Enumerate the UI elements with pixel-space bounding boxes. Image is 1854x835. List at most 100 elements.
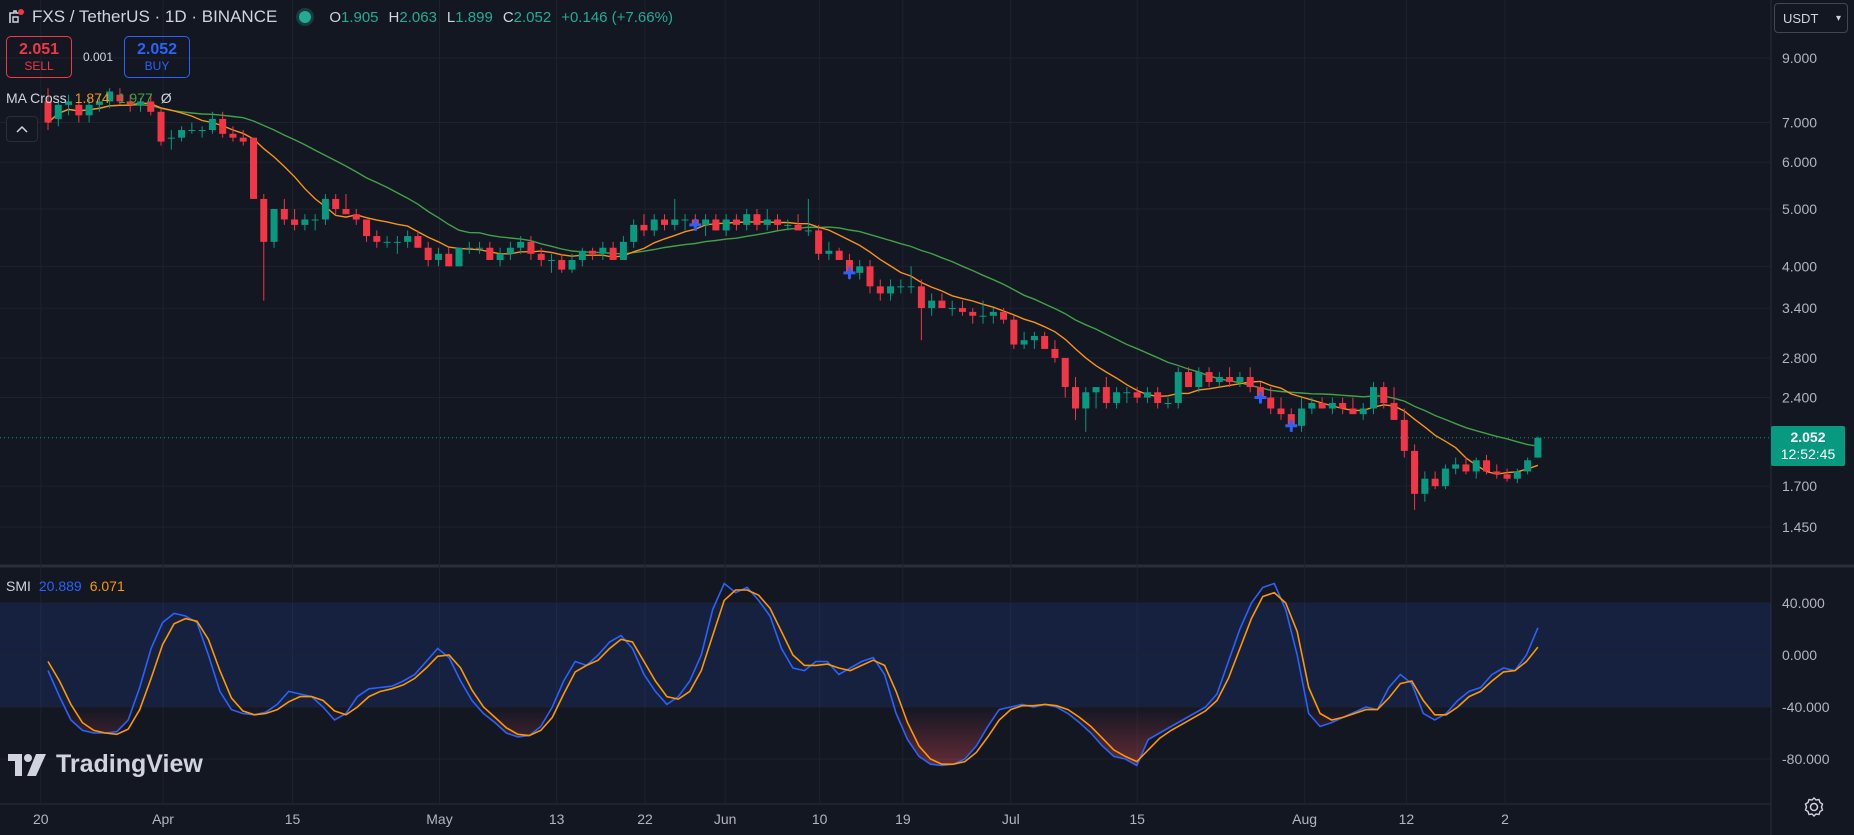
candle-body	[1154, 392, 1162, 403]
candle-body	[743, 214, 751, 225]
candle-body	[989, 311, 997, 316]
candle-body	[1072, 387, 1079, 409]
candle-body	[1421, 478, 1429, 494]
candle-body	[1452, 464, 1460, 469]
candle-body	[1030, 335, 1038, 341]
price-tick-label: 1.700	[1782, 478, 1817, 494]
chart-canvas[interactable]: 9.000 7.000 6.000 5.000 4.000 3.400 2.800 2.400…	[0, 0, 1854, 835]
candle-body	[1503, 474, 1511, 479]
smi-signal-value: 6.071	[89, 578, 125, 594]
candle-body	[1472, 460, 1480, 472]
candle-body	[1000, 311, 1008, 320]
candle-body	[835, 250, 843, 260]
candle-body	[804, 230, 812, 232]
candle-body	[1349, 408, 1357, 415]
low-label: L	[446, 8, 456, 26]
symbol-title[interactable]: FXS / TetherUS · 1D · BINANCE	[32, 7, 277, 27]
candle-body	[640, 224, 648, 231]
candle-body	[424, 247, 432, 260]
candle-body	[948, 308, 956, 310]
candle-body	[445, 253, 453, 267]
candle-body	[979, 315, 987, 317]
candle-body	[1082, 392, 1090, 409]
candle-body	[763, 219, 771, 225]
price-tick-label: 9.000	[1782, 50, 1817, 66]
high-value: 2.063	[399, 8, 437, 26]
currency-selector[interactable]: USDT ▾	[1774, 3, 1848, 33]
candle-body	[1493, 471, 1501, 475]
time-tick-label: 12	[1399, 811, 1415, 827]
time-tick-label: 15	[1129, 811, 1145, 827]
candle-body	[1164, 402, 1172, 404]
buy-button[interactable]: 2.052 BUY	[124, 36, 190, 78]
candle-body	[1308, 402, 1316, 409]
time-tick-label: Apr	[152, 811, 174, 827]
sell-button[interactable]: 2.051 SELL	[6, 36, 72, 78]
smi-tick-label: 40.000	[1782, 595, 1825, 611]
candle-body	[1328, 402, 1336, 409]
symbol-logo-icon	[9, 9, 24, 23]
candle-body	[619, 241, 627, 260]
candle-body	[609, 247, 617, 260]
candle-body	[1400, 419, 1408, 451]
candle-body	[332, 198, 340, 209]
smi-tick-label: -40.000	[1782, 699, 1830, 715]
candle-body	[188, 130, 196, 132]
candle-body	[1010, 319, 1018, 345]
sell-price: 2.051	[18, 41, 60, 58]
candle-body	[650, 219, 658, 231]
candle-body	[527, 241, 535, 254]
price-tick-label: 1.450	[1782, 519, 1817, 535]
candle-body	[887, 286, 895, 294]
time-tick-label: Jun	[714, 811, 737, 827]
candle-body	[578, 250, 586, 260]
tradingview-logo[interactable]: TradingView	[8, 750, 203, 779]
candle-body	[1369, 387, 1377, 409]
candle-body	[1380, 387, 1388, 403]
candle-body	[1102, 387, 1110, 403]
candle-body	[434, 253, 442, 260]
time-tick-label: Aug	[1292, 811, 1317, 827]
candle-body	[1277, 408, 1285, 415]
market-status-icon[interactable]	[299, 11, 312, 23]
candle-body	[517, 241, 525, 248]
candle-body	[301, 219, 309, 225]
change-value: +0.146 (+7.66%)	[561, 8, 673, 26]
candle-body	[465, 247, 473, 249]
candle-body	[270, 208, 278, 242]
candle-body	[198, 130, 206, 132]
candle-body	[373, 236, 381, 242]
candle-body	[1236, 376, 1244, 382]
close-label: C	[502, 8, 514, 26]
candle-body	[722, 219, 730, 231]
collapse-legend-button[interactable]	[6, 116, 38, 142]
candle-body	[1061, 357, 1069, 388]
close-value: 2.052	[513, 8, 552, 26]
candle-body	[599, 247, 607, 254]
candle-body	[671, 219, 679, 225]
candle-body	[1215, 376, 1223, 382]
candle-body	[589, 250, 597, 254]
smi-legend[interactable]: SMI 20.889 6.071	[6, 577, 125, 595]
candle-body	[907, 286, 915, 288]
open-label: O	[329, 8, 341, 26]
price-tick-label: 7.000	[1782, 115, 1817, 131]
settings-gear-icon[interactable]	[1803, 796, 1825, 818]
candle-body	[404, 236, 412, 242]
candle-body	[157, 111, 165, 142]
candle-body	[784, 224, 792, 226]
candle-body	[938, 300, 946, 309]
candle-body	[455, 247, 463, 267]
smi-tick-label: -80.000	[1782, 751, 1830, 767]
ma-cross-legend[interactable]: MA Cross 1.874 1.977 Ø	[6, 89, 172, 107]
currency-label: USDT	[1783, 10, 1819, 26]
ohlc-values: O1.905 H2.063 L1.899 C2.052 +0.146 (+7.6…	[329, 9, 673, 26]
candle-body	[342, 208, 350, 215]
candle-body	[1513, 471, 1521, 479]
low-value: 1.899	[455, 8, 493, 26]
time-tick-label: 15	[285, 811, 301, 827]
price-tick-label: 2.400	[1782, 390, 1817, 406]
candle-body	[1185, 372, 1193, 388]
candle-body	[1246, 376, 1254, 388]
candle-body	[558, 259, 566, 270]
